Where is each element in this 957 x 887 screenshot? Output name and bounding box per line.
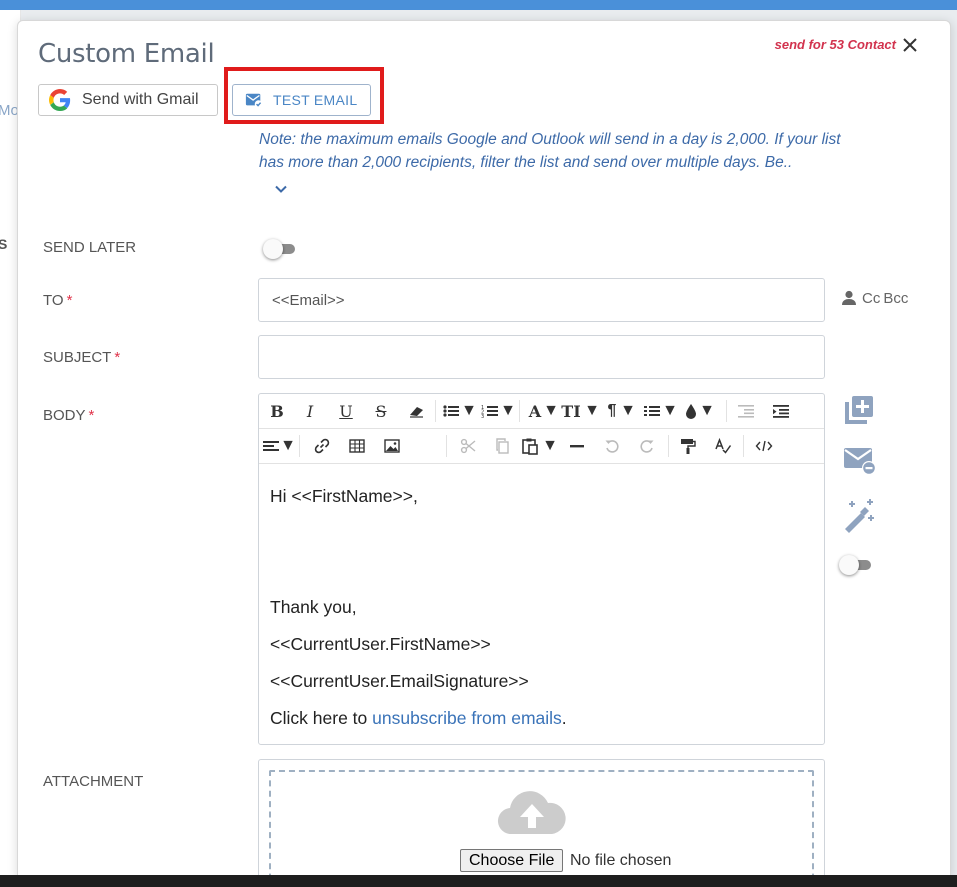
copy-icon[interactable] (494, 436, 512, 456)
send-for-count: send for 53 Contact (774, 37, 896, 52)
to-label: TO * (43, 292, 73, 309)
attachment-area: Choose File No file chosen (258, 759, 825, 876)
editor-toolbar-row: ▼ ▼ (259, 429, 824, 464)
no-file-chosen-text: No file chosen (570, 852, 672, 869)
test-email-label: TEST EMAIL (273, 92, 358, 108)
horizontal-rule-icon[interactable] (569, 436, 585, 456)
file-dropzone[interactable]: Choose File No file chosen (269, 770, 814, 876)
list-style-icon[interactable] (643, 401, 661, 421)
email-check-icon (245, 93, 263, 108)
send-with-gmail-button[interactable]: Send with Gmail (38, 84, 218, 116)
background-text-fragment: S (0, 236, 8, 252)
note-line: has more than 2,000 recipients, filter t… (259, 154, 793, 171)
undo-icon[interactable] (604, 436, 620, 456)
bullet-list-icon[interactable] (442, 401, 460, 421)
body-label: BODY * (43, 407, 95, 424)
chevron-down-icon[interactable]: ▼ (500, 401, 516, 421)
source-code-icon[interactable] (755, 436, 773, 456)
spellcheck-icon[interactable] (714, 436, 732, 456)
body-line: Hi <<FirstName>>, (270, 486, 418, 506)
email-remove-icon[interactable] (843, 445, 877, 477)
test-email-button[interactable]: TEST EMAIL (232, 84, 371, 116)
bold-button[interactable]: B (269, 401, 285, 421)
align-left-icon[interactable] (262, 436, 280, 456)
chevron-down-icon[interactable]: ▼ (461, 401, 477, 421)
body-line: Thank you, (270, 597, 357, 617)
chevron-down-icon[interactable]: ▼ (543, 401, 559, 421)
paragraph-button[interactable]: ¶ (605, 401, 619, 421)
add-template-icon[interactable] (843, 394, 875, 426)
paste-icon[interactable] (521, 436, 539, 456)
to-field[interactable]: <<Email>> (258, 278, 825, 322)
body-line: <<CurrentUser.EmailSignature>> (270, 671, 529, 691)
format-painter-icon[interactable] (679, 436, 697, 456)
indent-icon[interactable] (772, 401, 790, 421)
font-size-button[interactable]: TI (561, 401, 581, 421)
cc-link[interactable]: Cc (862, 290, 880, 307)
modal-title: Custom Email (38, 39, 215, 69)
google-icon (49, 89, 71, 111)
choose-file-button[interactable]: Choose File (460, 849, 564, 872)
custom-email-modal: Custom Email send for 53 Contact Send wi… (17, 20, 951, 877)
chevron-down-icon[interactable]: ▼ (280, 436, 296, 456)
rich-text-editor: B I U S ▼ 1 2 3 ▼ A ▼ TI ▼ ¶ ▼ ▼ ▼ ▼ ▼ H… (258, 393, 825, 745)
chevron-down-icon[interactable]: ▼ (584, 401, 600, 421)
chevron-down-icon[interactable]: ▼ (542, 436, 558, 456)
italic-button[interactable]: I (302, 401, 318, 421)
table-icon[interactable] (348, 436, 366, 456)
font-family-button[interactable]: A (527, 401, 543, 421)
attachment-label: ATTACHMENT (43, 773, 144, 790)
numbered-list-icon[interactable]: 1 2 3 (481, 401, 499, 421)
note-line: Note: the maximum emails Google and Outl… (259, 131, 841, 148)
chevron-down-icon[interactable]: ▼ (620, 401, 636, 421)
send-with-gmail-label: Send with Gmail (82, 91, 199, 108)
chevron-down-icon[interactable] (273, 181, 289, 197)
body-line: <<CurrentUser.FirstName>> (270, 634, 491, 654)
cloud-upload-icon (497, 791, 566, 835)
app-top-bar (0, 0, 957, 10)
unsubscribe-link[interactable]: unsubscribe from emails (372, 708, 562, 728)
email-body-content[interactable]: Hi <<FirstName>>, Thank you, <<CurrentUs… (270, 478, 567, 737)
cut-icon[interactable] (459, 436, 477, 456)
close-icon[interactable] (900, 35, 920, 55)
link-icon[interactable] (313, 436, 331, 456)
chevron-down-icon[interactable]: ▼ (699, 401, 715, 421)
bcc-link[interactable]: Bcc (883, 290, 908, 307)
eraser-icon[interactable] (407, 401, 427, 421)
underline-button[interactable]: U (337, 401, 355, 421)
person-icon[interactable] (840, 289, 858, 307)
subject-field[interactable] (258, 335, 825, 379)
body-option-toggle[interactable] (839, 555, 875, 575)
image-icon[interactable] (383, 436, 401, 456)
cc-bcc-controls: Cc Bcc (840, 289, 908, 307)
magic-wand-icon[interactable] (841, 497, 877, 533)
chevron-down-icon[interactable]: ▼ (662, 401, 678, 421)
subject-label: SUBJECT * (43, 349, 121, 366)
editor-toolbar-row: B I U S ▼ 1 2 3 ▼ A ▼ TI ▼ ¶ ▼ ▼ ▼ (259, 394, 824, 429)
body-line: Click here to unsubscribe from emails. (270, 708, 567, 728)
text-color-icon[interactable] (684, 401, 698, 421)
bottom-bar (0, 875, 957, 887)
redo-icon[interactable] (639, 436, 655, 456)
strikethrough-button[interactable]: S (372, 401, 390, 421)
sending-limit-note: Note: the maximum emails Google and Outl… (259, 128, 929, 174)
svg-text:3: 3 (481, 414, 484, 420)
outdent-icon[interactable] (737, 401, 755, 421)
send-later-toggle[interactable] (263, 239, 299, 259)
send-later-label: SEND LATER (43, 239, 137, 256)
